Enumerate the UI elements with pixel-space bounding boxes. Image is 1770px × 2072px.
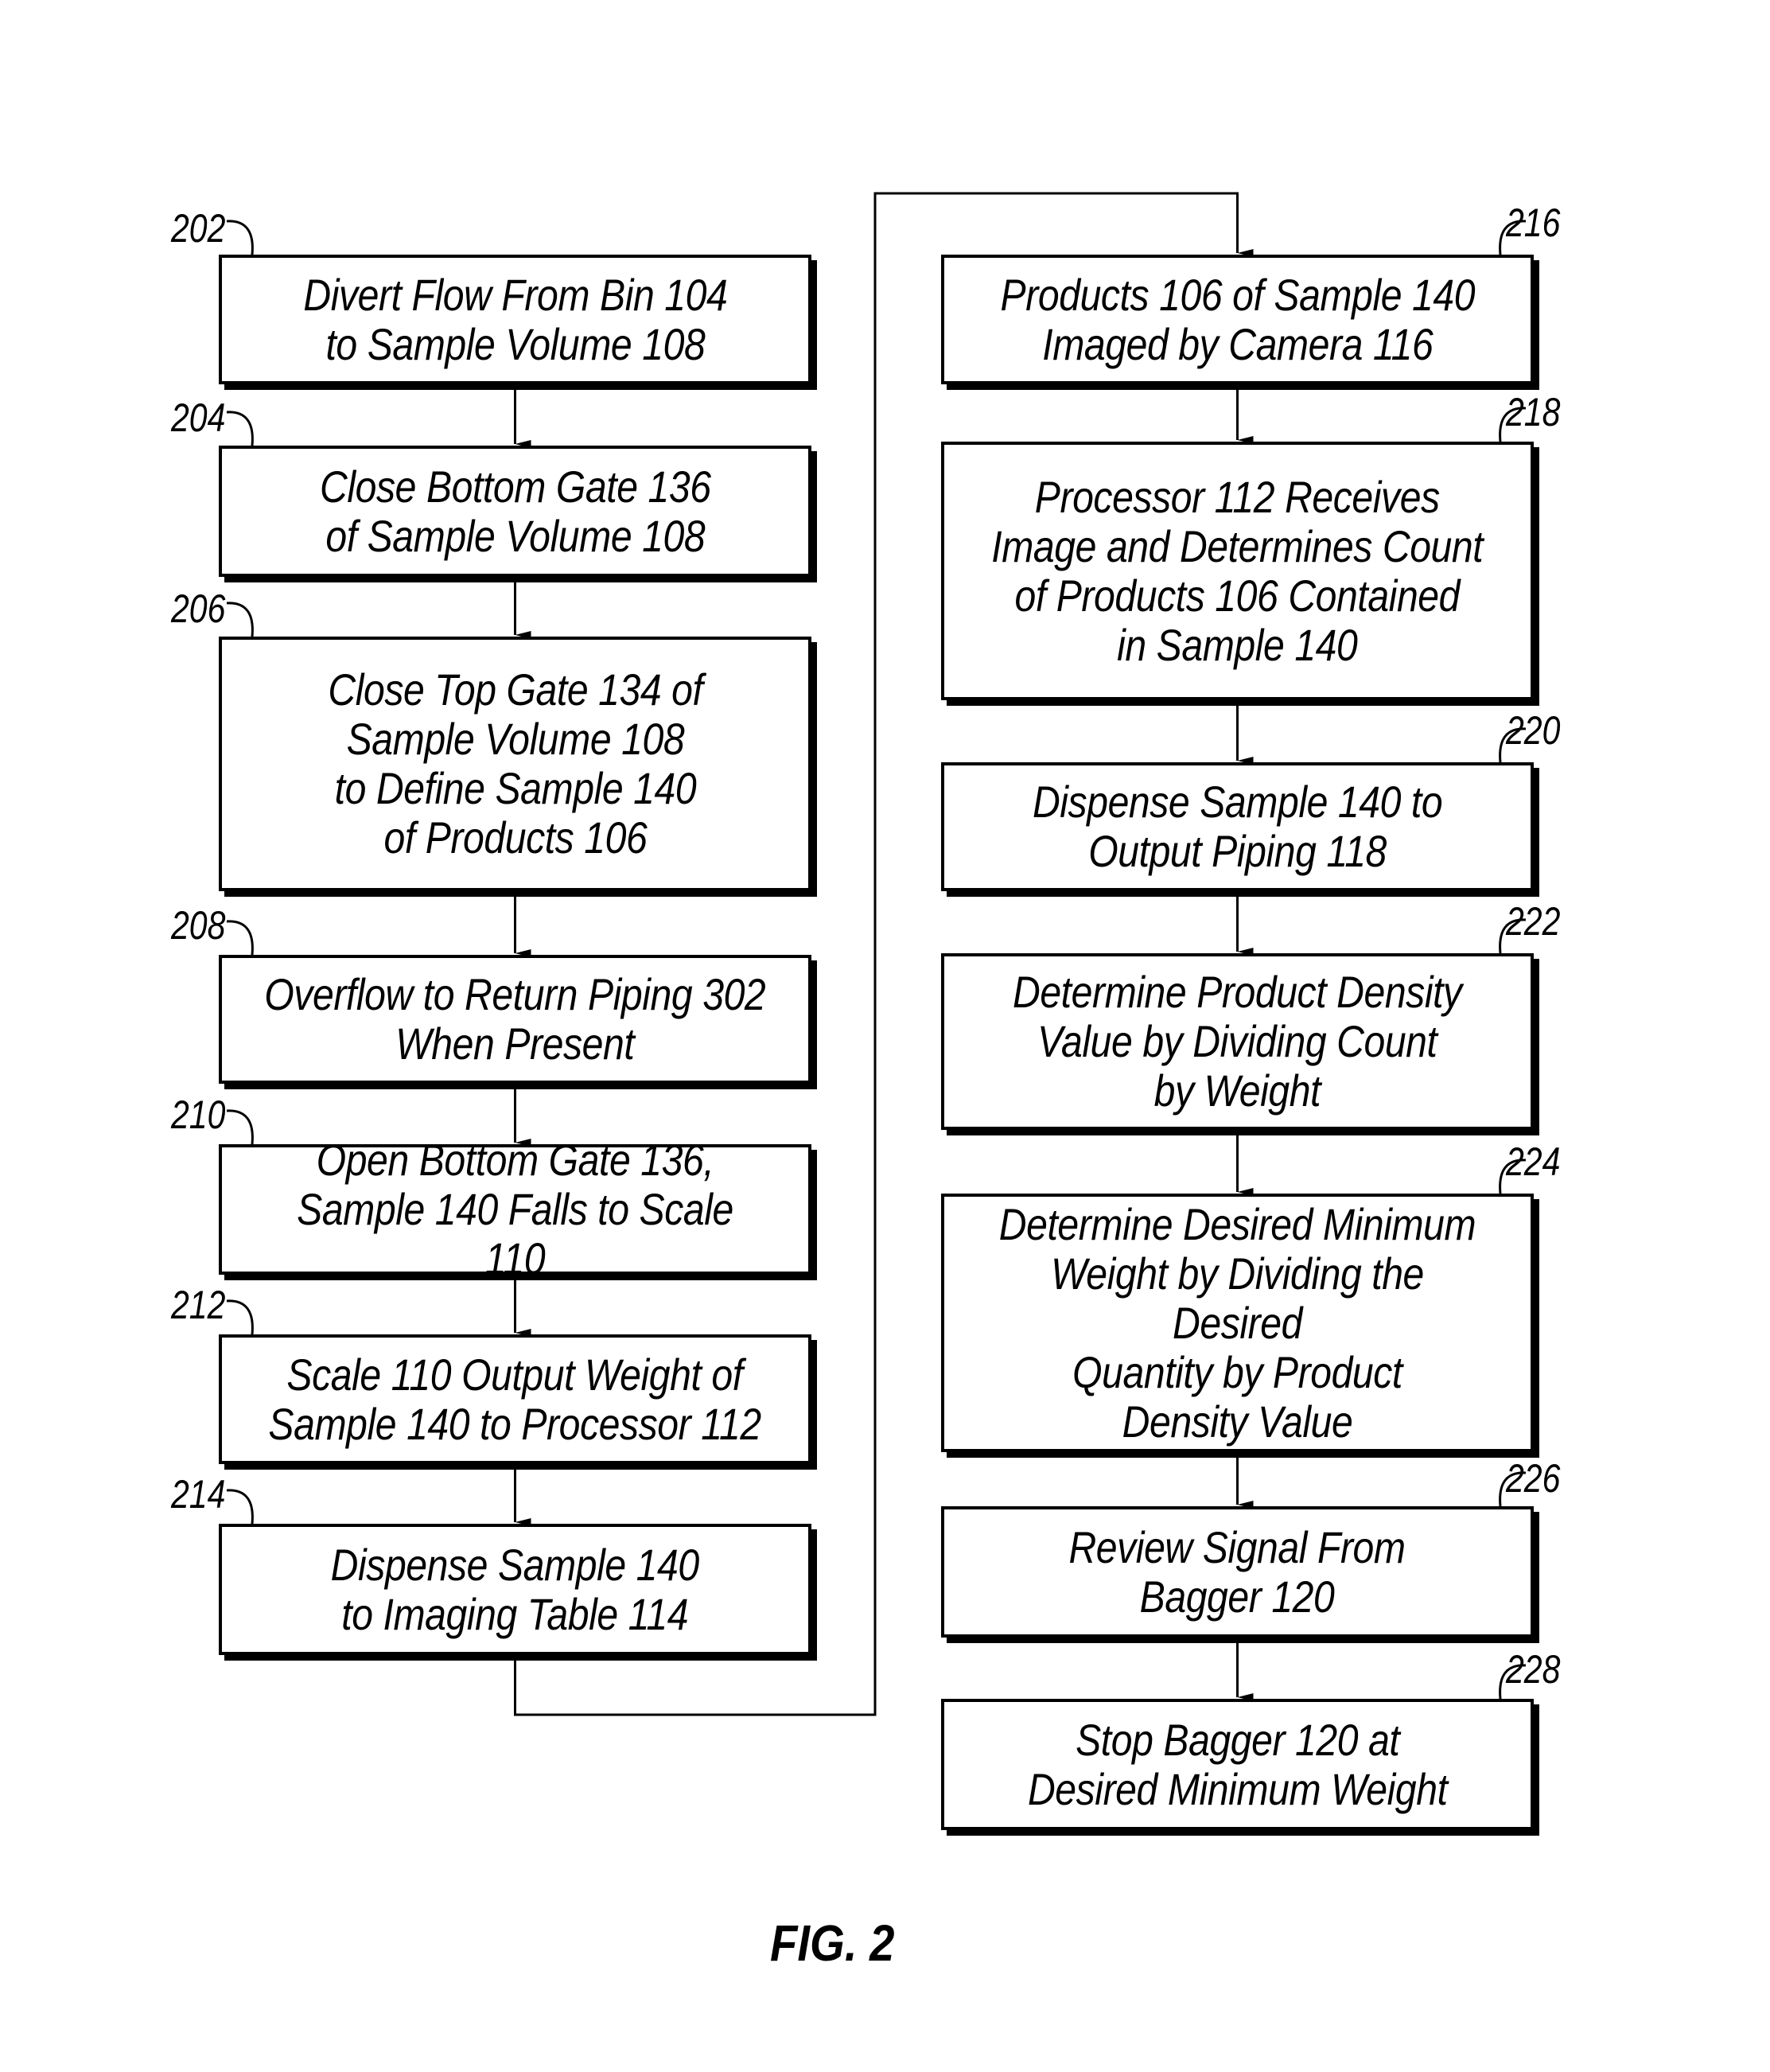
step-text-202: Divert Flow From Bin 104 to Sample Volum… [303,269,727,369]
flowchart-canvas: Divert Flow From Bin 104 to Sample Volum… [0,0,1770,2072]
step-text-228: Stop Bagger 120 at Desired Minimum Weigh… [1027,1714,1448,1814]
step-text-210: Open Bottom Gate 136, Sample 140 Falls t… [297,1135,733,1283]
leader-line-202 [226,220,254,255]
step-box-226: Review Signal From Bagger 120 [941,1506,1534,1638]
step-box-208: Overflow to Return Piping 302 When Prese… [219,955,811,1084]
step-box-212: Scale 110 Output Weight of Sample 140 to… [219,1334,811,1464]
ref-label-204: 204 [171,395,226,440]
step-box-204: Close Bottom Gate 136 of Sample Volume 1… [219,446,811,577]
ref-label-216: 216 [1506,201,1561,245]
ref-label-214: 214 [171,1472,226,1517]
step-text-212: Scale 110 Output Weight of Sample 140 to… [268,1349,762,1449]
figure-caption: FIG. 2 [770,1914,895,1972]
step-box-228: Stop Bagger 120 at Desired Minimum Weigh… [941,1699,1534,1830]
step-box-214: Dispense Sample 140 to Imaging Table 114 [219,1524,811,1655]
leader-line-212 [226,1299,254,1335]
step-box-224: Determine Desired Minimum Weight by Divi… [941,1194,1534,1452]
leader-line-208 [226,920,254,956]
step-text-204: Close Bottom Gate 136 of Sample Volume 1… [319,461,711,561]
step-text-206: Close Top Gate 134 of Sample Volume 108 … [327,664,703,863]
step-text-220: Dispense Sample 140 to Output Piping 118 [1032,777,1443,876]
leader-line-210 [226,1109,254,1145]
step-box-202: Divert Flow From Bin 104 to Sample Volum… [219,255,811,384]
step-box-222: Determine Product Density Value by Divid… [941,953,1534,1130]
step-text-216: Products 106 of Sample 140 Imaged by Cam… [1000,269,1475,369]
step-box-216: Products 106 of Sample 140 Imaged by Cam… [941,255,1534,384]
ref-label-222: 222 [1506,899,1561,944]
step-box-210: Open Bottom Gate 136, Sample 140 Falls t… [219,1135,811,1283]
ref-label-226: 226 [1506,1456,1561,1501]
step-text-208: Overflow to Return Piping 302 When Prese… [264,969,766,1069]
ref-label-218: 218 [1506,390,1561,434]
step-text-218: Processor 112 Receives Image and Determi… [991,471,1484,670]
step-text-222: Determine Product Density Value by Divid… [1013,967,1462,1116]
ref-label-224: 224 [1506,1139,1561,1184]
step-box-218: Processor 112 Receives Image and Determi… [941,442,1534,700]
step-box-206: Close Top Gate 134 of Sample Volume 108 … [219,637,811,891]
step-text-214: Dispense Sample 140 to Imaging Table 114 [330,1539,700,1639]
step-box-220: Dispense Sample 140 to Output Piping 118 [941,762,1534,891]
step-text-224: Determine Desired Minimum Weight by Divi… [998,1198,1476,1447]
ref-label-210: 210 [171,1092,226,1137]
leader-line-206 [226,602,254,637]
ref-label-220: 220 [1506,708,1561,753]
ref-label-202: 202 [171,206,226,251]
leader-line-204 [226,411,254,446]
ref-label-212: 212 [171,1283,226,1327]
leader-line-214 [226,1489,254,1525]
step-text-226: Review Signal From Bagger 120 [1068,1521,1406,1622]
ref-label-228: 228 [1506,1647,1561,1692]
ref-label-206: 206 [171,586,226,631]
ref-label-208: 208 [171,903,226,948]
